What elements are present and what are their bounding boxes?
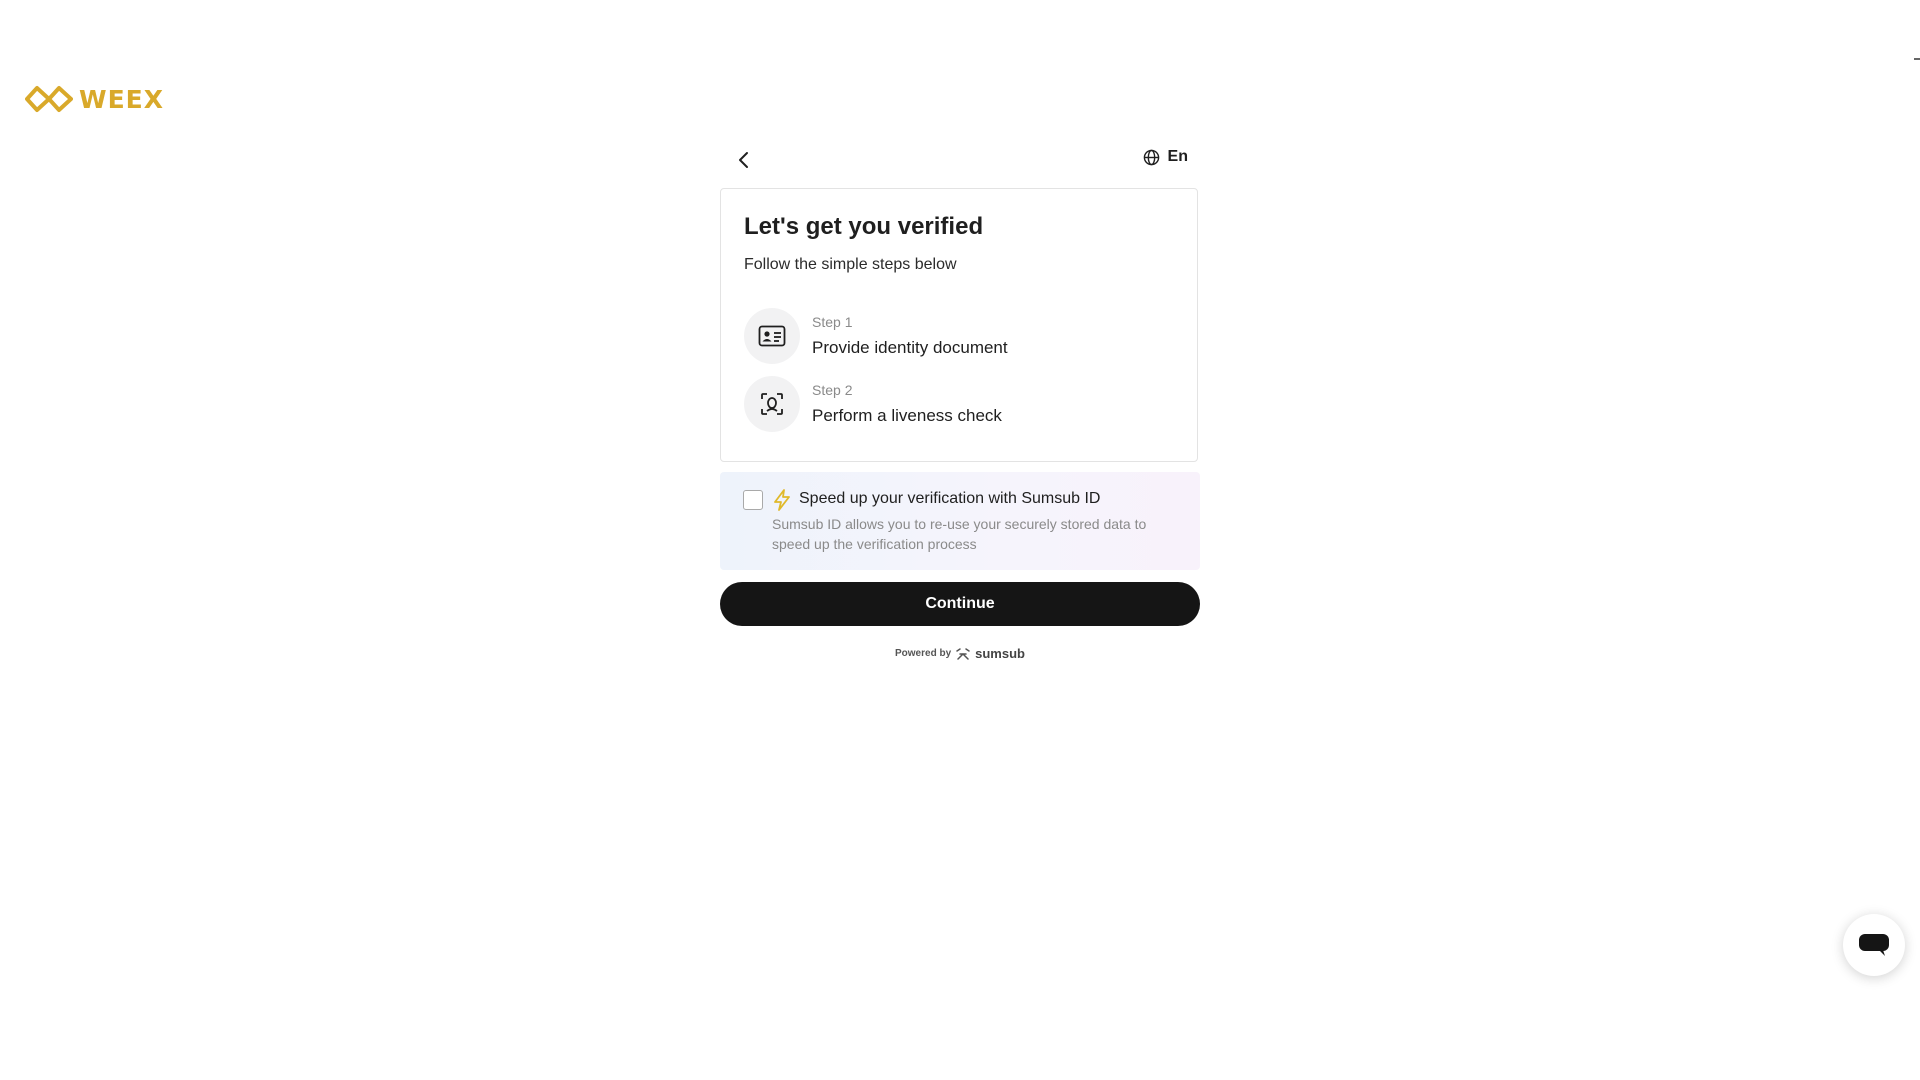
id-card-icon — [744, 308, 800, 364]
weex-logo-icon — [25, 86, 73, 112]
page-subtitle: Follow the simple steps below — [744, 256, 957, 273]
page-title: Let's get you verified — [744, 213, 984, 240]
corner-mark — [1914, 58, 1920, 60]
powered-by-label: Powered by — [895, 648, 952, 659]
sumsub-logo-icon — [956, 647, 970, 660]
lightning-bolt-icon — [774, 489, 790, 511]
verification-card: Let's get you verified Follow the simple… — [720, 188, 1198, 462]
top-bar: En — [720, 144, 1200, 176]
weex-logo[interactable]: WEEX — [25, 84, 164, 114]
globe-icon — [1143, 149, 1159, 165]
step-1: Step 1 Provide identity document — [744, 308, 1164, 364]
language-label: En — [1167, 148, 1188, 165]
step-text: Provide identity document — [812, 338, 1008, 357]
step-2: Step 2 Perform a liveness check — [744, 376, 1164, 432]
chat-button[interactable] — [1843, 914, 1905, 976]
continue-button[interactable]: Continue — [720, 582, 1200, 626]
logo-text: WEEX — [79, 84, 165, 114]
sumsub-id-description: Sumsub ID allows you to re-use your secu… — [772, 516, 1147, 552]
back-button[interactable] — [732, 148, 756, 172]
chat-bubble-icon — [1859, 934, 1889, 956]
step-label: Step 2 — [812, 382, 853, 398]
sumsub-id-checkbox[interactable] — [743, 490, 763, 510]
step-text: Perform a liveness check — [812, 406, 1002, 425]
chevron-left-icon — [739, 152, 748, 168]
face-scan-icon — [744, 376, 800, 432]
sumsub-brand: sumsub — [975, 646, 1025, 661]
step-label: Step 1 — [812, 314, 853, 330]
language-selector[interactable]: En — [1143, 148, 1188, 166]
sumsub-id-title: Speed up your verification with Sumsub I… — [799, 490, 1101, 507]
powered-by[interactable]: Powered by sumsub — [720, 646, 1200, 661]
sumsub-id-panel: Speed up your verification with Sumsub I… — [720, 472, 1200, 570]
